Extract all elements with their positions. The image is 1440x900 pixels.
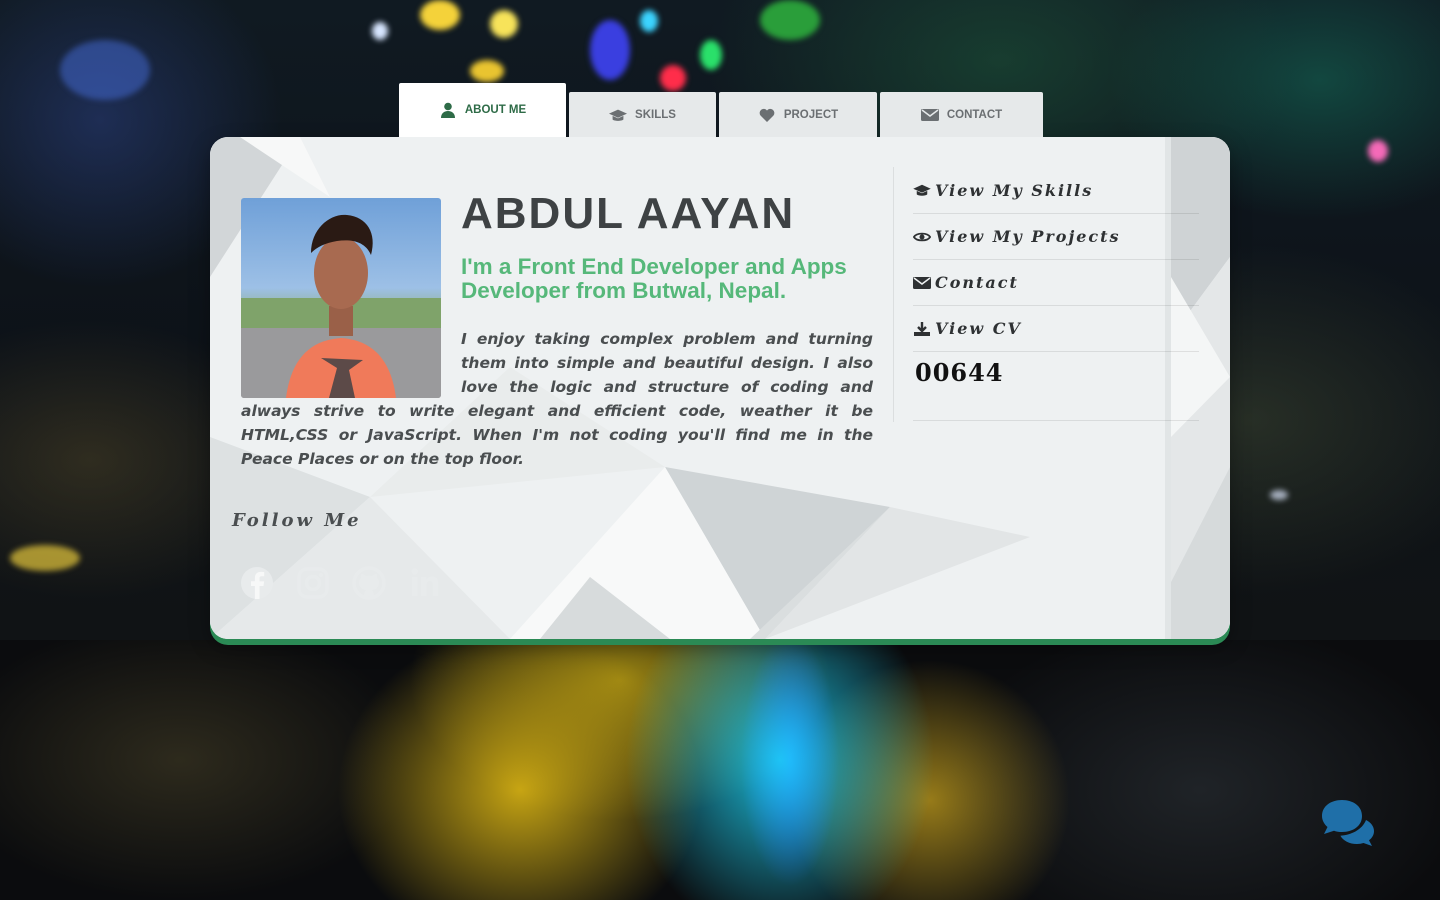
- profile-bio: I enjoy taking complex problem and turni…: [241, 327, 873, 471]
- eye-icon: [913, 232, 931, 241]
- link-label: Contact: [935, 273, 1019, 292]
- tab-label: Contact: [946, 108, 1003, 121]
- profile-tagline: I'm a Front End Developer and Apps Devel…: [461, 254, 847, 303]
- visitor-counter: 00644: [913, 352, 1199, 421]
- download-icon: [914, 321, 930, 336]
- facebook-icon[interactable]: [240, 565, 274, 601]
- contact-link[interactable]: Contact: [913, 260, 1199, 306]
- link-label: View CV: [935, 319, 1022, 338]
- link-label: View My Projects: [935, 227, 1121, 246]
- github-icon[interactable]: [352, 565, 386, 601]
- tab-label: Skills: [635, 108, 676, 121]
- envelope-icon: [913, 276, 931, 289]
- follow-me-heading: Follow Me: [232, 510, 362, 531]
- column-divider: [893, 167, 894, 422]
- tab-label: Project: [783, 108, 839, 121]
- tab-skills[interactable]: Skills: [569, 92, 716, 137]
- tab-contact[interactable]: Contact: [880, 92, 1043, 137]
- chat-bubbles-icon[interactable]: [1318, 798, 1376, 848]
- quick-links: View My Skills View My Projects Contact …: [913, 167, 1199, 421]
- social-links: [240, 565, 442, 601]
- profile-name: ABDUL AAYAN: [461, 189, 796, 238]
- graduation-cap-icon: [913, 184, 931, 196]
- heart-icon: [759, 108, 775, 122]
- instagram-icon[interactable]: [296, 565, 330, 601]
- envelope-icon: [920, 108, 939, 121]
- view-projects-link[interactable]: View My Projects: [913, 214, 1199, 260]
- view-cv-link[interactable]: View CV: [913, 306, 1199, 352]
- tab-project[interactable]: Project: [719, 92, 877, 137]
- user-icon: [440, 102, 455, 118]
- linkedin-icon[interactable]: [408, 565, 442, 601]
- graduation-cap-icon: [609, 109, 628, 121]
- link-label: View My Skills: [935, 180, 1094, 200]
- view-skills-link[interactable]: View My Skills: [913, 167, 1199, 214]
- profile-card: ABDUL AAYAN I'm a Front End Developer an…: [210, 137, 1230, 639]
- tab-label: About Me: [464, 104, 527, 116]
- tab-about-me[interactable]: About Me: [399, 83, 566, 137]
